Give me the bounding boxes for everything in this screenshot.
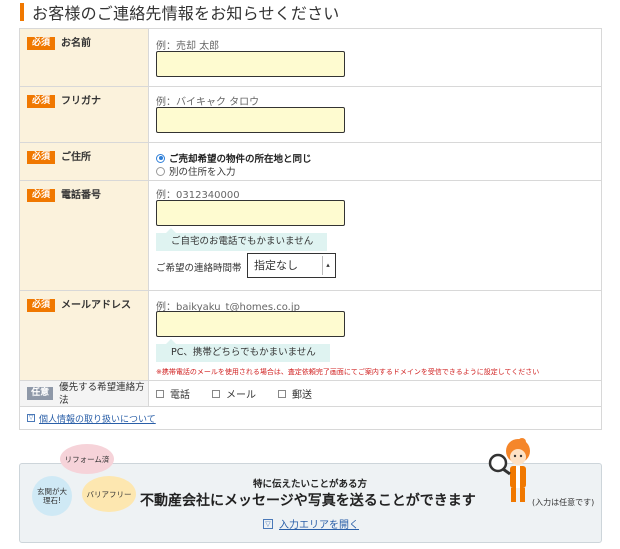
contact-time-label: ご希望の連絡時間帯 (156, 263, 242, 274)
phone-input[interactable] (156, 200, 345, 226)
contact-option-mail[interactable]: 郵送 (278, 386, 312, 401)
required-badge: 必須 (27, 37, 55, 50)
address-option-other[interactable]: 別の住所を入力 (156, 164, 236, 178)
required-badge: 必須 (27, 189, 55, 202)
name-label: お名前 (61, 38, 91, 49)
address-option-same[interactable]: ご売却希望の物件の所在地と同じ (156, 151, 312, 165)
checkbox-icon[interactable] (278, 389, 286, 398)
email-note: ※携帯電話のメールを使用される場合は、査定依頼完了画面にてご案内するドメインを受… (156, 368, 540, 376)
bubble-renovated: リフォーム済 (60, 444, 114, 474)
furigana-label: フリガナ (61, 96, 101, 107)
required-badge: 必須 (27, 95, 55, 108)
bubble-renovated-text: リフォーム済 (64, 454, 110, 464)
preferred-contact-options: 電話 メール 郵送 (156, 381, 601, 406)
row-name-label: 必須 お名前 (20, 29, 149, 86)
bubble-marble-text: 玄関が大理石! (37, 487, 67, 505)
contact-option-mail-label: 郵送 (292, 390, 312, 401)
row-email-body: 例：baikyaku_t@homes.co.jp PC、携帯どちらでもかまいませ… (149, 291, 601, 380)
row-address-label: 必須 ご住所 (20, 143, 149, 180)
expand-toggle-icon[interactable]: ▽ (27, 414, 35, 422)
row-preferred-contact: 任意 優先する希望連絡方法 電話 メール 郵送 (20, 381, 601, 407)
bubble-barrier-free-text: バリアフリー (86, 489, 132, 499)
message-promo-box: リフォーム済 玄関が大理石! バリアフリー 特に伝えたいことがある方 不動産会社… (19, 438, 602, 543)
row-phone-body: 例：0312340000 ご自宅のお電話でもかまいません ご希望の連絡時間帯 指… (149, 181, 601, 290)
open-input-area[interactable]: ▽ 入力エリアを開く (263, 516, 359, 531)
address-label: ご住所 (61, 152, 91, 163)
contact-option-phone[interactable]: 電話 (156, 386, 190, 401)
email-label: メールアドレス (61, 300, 131, 311)
row-name: 必須 お名前 例：売却 太郎 (20, 29, 601, 87)
checkbox-icon[interactable] (212, 389, 220, 398)
mascot-magnifier-icon (488, 438, 530, 502)
radio-unselected-icon[interactable] (156, 166, 165, 176)
row-phone: 必須 電話番号 例：0312340000 ご自宅のお電話でもかまいません ご希望… (20, 181, 601, 291)
name-input[interactable] (156, 51, 345, 77)
checkbox-icon[interactable] (156, 389, 164, 398)
required-badge: 必須 (27, 299, 55, 312)
row-phone-label: 必須 電話番号 (20, 181, 149, 290)
header-accent-bar (20, 3, 24, 21)
name-example: 例：売却 太郎 (156, 41, 220, 52)
furigana-example: 例：バイキャク タロウ (156, 97, 260, 108)
page-title: お客様のご連絡先情報をお知らせください (32, 4, 340, 23)
privacy-row: ▽ 個人情報の取り扱いについて (20, 407, 601, 430)
row-preferred-contact-body: 電話 メール 郵送 (149, 381, 601, 406)
radio-selected-icon[interactable] (156, 153, 165, 163)
row-furigana-label: 必須 フリガナ (20, 87, 149, 142)
contact-option-email-label: メール (226, 390, 256, 401)
address-option-other-label: 別の住所を入力 (169, 167, 236, 178)
row-email: 必須 メールアドレス 例：baikyaku_t@homes.co.jp PC、携… (20, 291, 601, 381)
row-email-label: 必須 メールアドレス (20, 291, 149, 380)
email-input[interactable] (156, 311, 345, 337)
message-headline: 不動産会社にメッセージや写真を送ることができます (140, 493, 476, 509)
contact-time-value: 指定なし (254, 259, 298, 272)
row-furigana: 必須 フリガナ 例：バイキャク タロウ (20, 87, 601, 143)
phone-label: 電話番号 (61, 190, 101, 201)
bubble-barrier-free: バリアフリー (82, 476, 136, 512)
address-option-same-label: ご売却希望の物件の所在地と同じ (169, 154, 312, 165)
row-address-body: ご売却希望の物件の所在地と同じ 別の住所を入力 (149, 143, 601, 180)
row-furigana-body: 例：バイキャク タロウ (149, 87, 601, 142)
row-preferred-contact-label: 任意 優先する希望連絡方法 (20, 381, 149, 406)
preferred-contact-label: 優先する希望連絡方法 (59, 381, 145, 406)
contact-option-phone-label: 電話 (170, 390, 190, 401)
phone-example: 例：0312340000 (156, 190, 240, 201)
message-lead: 特に伝えたいことがある方 (253, 479, 368, 490)
phone-hint: ご自宅のお電話でもかまいません (156, 228, 328, 251)
row-address: 必須 ご住所 ご売却希望の物件の所在地と同じ 別の住所を入力 (20, 143, 601, 181)
privacy-policy-link[interactable]: 個人情報の取り扱いについて (39, 412, 156, 425)
select-arrow-icon[interactable]: ▴ (322, 256, 333, 275)
contact-option-email[interactable]: メール (212, 386, 256, 401)
optional-badge: 任意 (27, 387, 54, 400)
expand-toggle-icon[interactable]: ▽ (263, 518, 273, 529)
open-input-area-link[interactable]: 入力エリアを開く (279, 516, 359, 531)
furigana-input[interactable] (156, 107, 345, 133)
message-optional-note: (入力は任意です) (532, 498, 595, 507)
contact-form: 必須 お名前 例：売却 太郎 必須 フリガナ 例：バイキャク タロウ 必須 ご住… (19, 28, 602, 430)
required-badge: 必須 (27, 151, 55, 164)
row-name-body: 例：売却 太郎 (149, 29, 601, 86)
email-hint: PC、携帯どちらでもかまいません (156, 339, 330, 362)
section-header: お客様のご連絡先情報をお知らせください (20, 2, 340, 23)
contact-time-select[interactable]: 指定なし ▴ (247, 253, 336, 278)
bubble-marble: 玄関が大理石! (32, 476, 72, 516)
